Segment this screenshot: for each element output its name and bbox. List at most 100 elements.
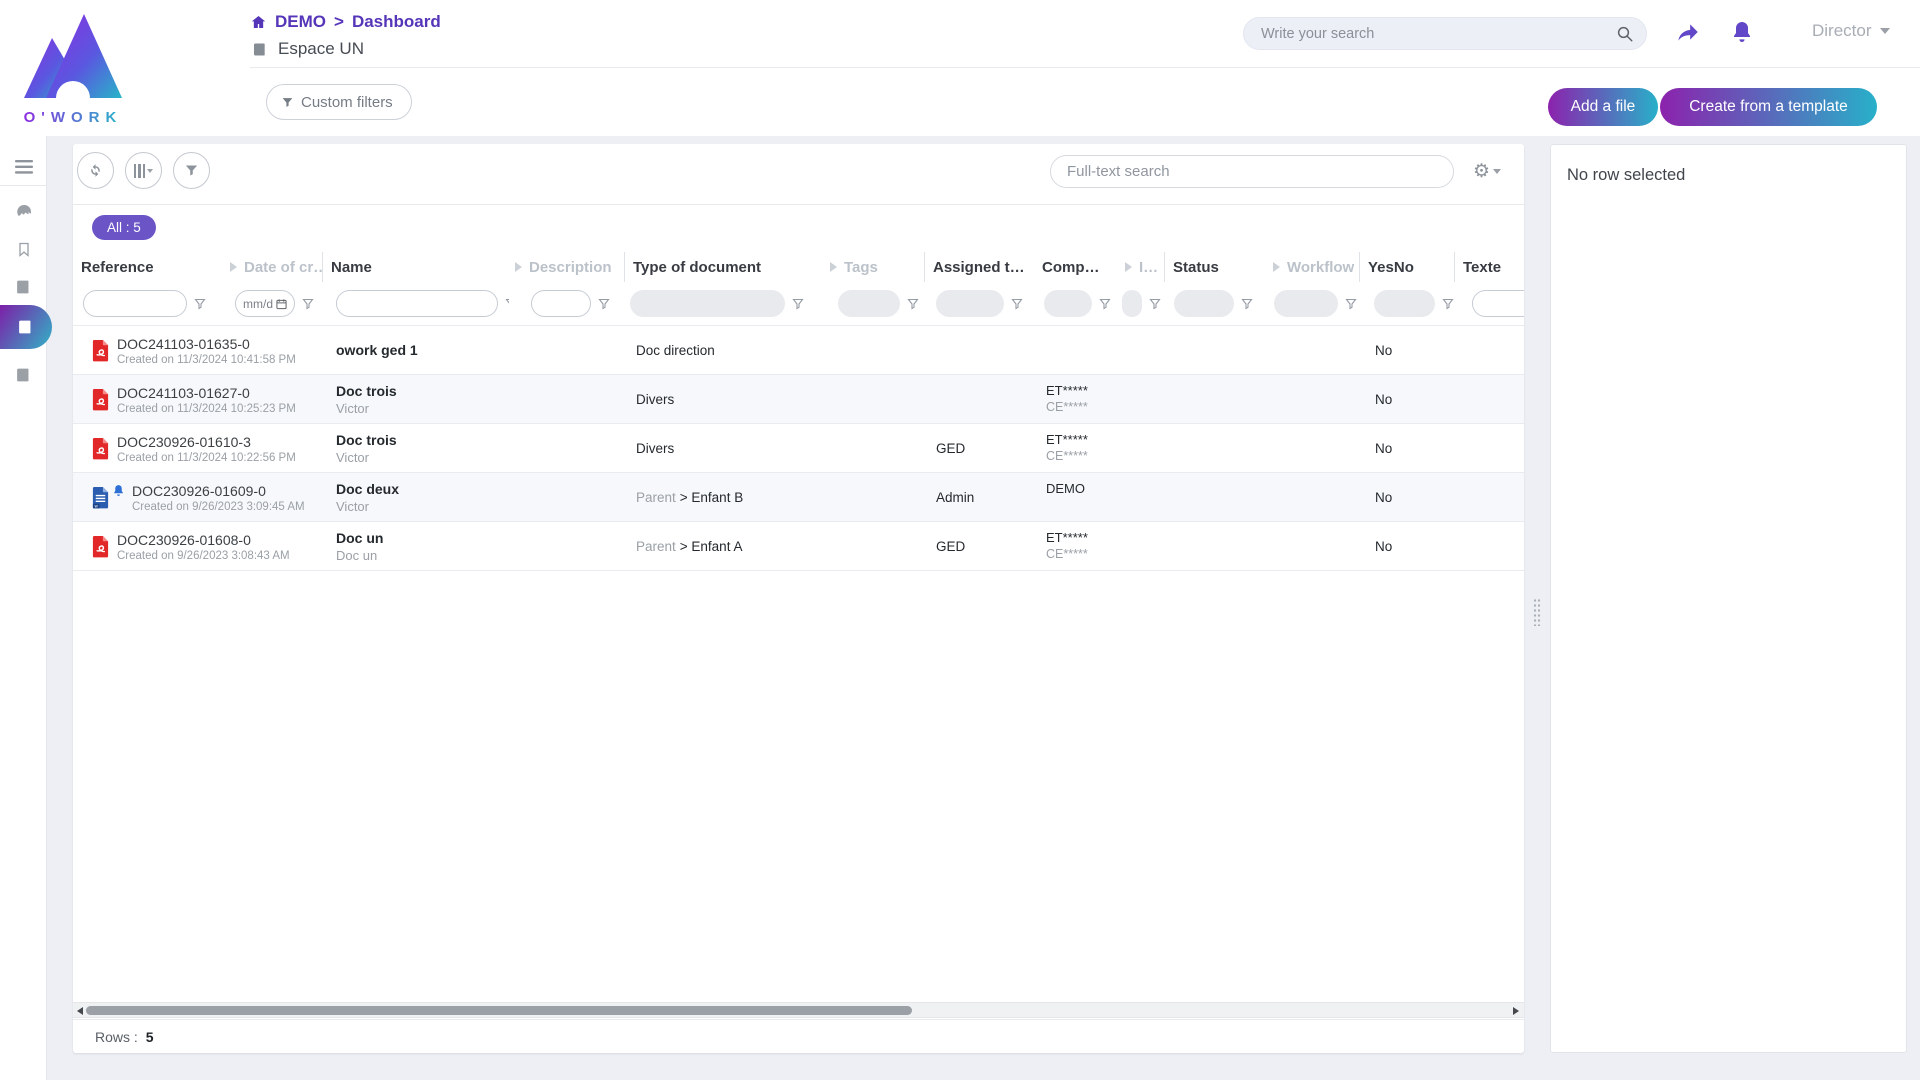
column-header-comp[interactable]: Comp… <box>1034 252 1119 282</box>
global-search-input[interactable] <box>1244 26 1616 42</box>
column-header-assigned-t[interactable]: Assigned t… <box>924 252 1034 282</box>
column-filter-icon[interactable] <box>598 298 610 310</box>
app-logo[interactable]: O'WORK <box>16 6 128 128</box>
custom-filters-button[interactable]: Custom filters <box>266 84 412 120</box>
breadcrumb-item-demo[interactable]: DEMO <box>275 12 326 32</box>
columns-button[interactable] <box>125 152 162 189</box>
column-filter-input[interactable] <box>1472 290 1524 317</box>
workflow-cell <box>1267 326 1359 375</box>
column-header-status[interactable]: Status <box>1164 252 1267 282</box>
column-filter-icon[interactable] <box>1099 298 1111 310</box>
column-filter-icon[interactable] <box>302 298 314 310</box>
bookmark-icon <box>16 240 32 259</box>
column-header-label: Status <box>1173 259 1219 276</box>
table-row[interactable]: wDOC230926-01609-0Created on 9/26/2023 3… <box>73 473 1524 522</box>
column-header-i[interactable]: I… <box>1119 252 1164 282</box>
scrollbar-thumb[interactable] <box>86 1006 912 1015</box>
tab-all-count[interactable]: All : 5 <box>92 215 156 240</box>
panel-resize-handle[interactable] <box>1533 598 1541 626</box>
document-created-date: Created on 11/3/2024 10:22:56 PM <box>117 452 296 464</box>
scroll-left-arrow-icon[interactable] <box>77 1007 83 1015</box>
column-header-label: I… <box>1139 259 1158 276</box>
speedometer-icon <box>14 202 34 220</box>
sidebar-item-archive[interactable] <box>0 357 47 393</box>
column-filter-icon[interactable] <box>1241 298 1253 310</box>
notifications-bell-icon[interactable] <box>1726 16 1758 48</box>
column-filter-icon[interactable] <box>194 298 206 310</box>
home-icon[interactable] <box>250 14 267 30</box>
column-filter-disabled <box>1174 290 1234 317</box>
column-header-workflow[interactable]: Workflow <box>1267 252 1359 282</box>
column-filter-input[interactable] <box>83 290 187 317</box>
share-button[interactable] <box>1672 16 1704 48</box>
description-cell <box>509 375 624 424</box>
horizontal-scrollbar[interactable] <box>73 1002 1524 1018</box>
column-filter-icon[interactable] <box>907 298 919 310</box>
company-cell: ET*****CE***** <box>1034 424 1119 473</box>
table-row[interactable]: DOC241103-01627-0Created on 11/3/2024 10… <box>73 375 1524 424</box>
column-header-texte[interactable]: Texte <box>1454 252 1524 282</box>
logo-text: O'WORK <box>24 109 123 126</box>
table-row[interactable]: DOC230926-01608-0Created on 9/26/2023 3:… <box>73 522 1524 571</box>
document-type: > Enfant A <box>680 539 743 554</box>
top-header: O'WORK DEMO > Dashboard Espace UN Direct… <box>0 0 1920 136</box>
column-filter-icon[interactable] <box>1442 298 1454 310</box>
fulltext-search-input[interactable] <box>1051 163 1453 180</box>
date-filter-input[interactable]: mm/d <box>235 290 295 317</box>
search-icon[interactable] <box>1616 25 1634 43</box>
assigned-cell <box>924 326 1034 375</box>
column-header-date-of-cr[interactable]: Date of cr… <box>224 252 322 282</box>
sidebar-item-library[interactable] <box>0 269 47 305</box>
table-settings-button[interactable]: ⚙ <box>1467 157 1507 185</box>
user-role-menu[interactable]: Director <box>1812 21 1890 41</box>
reference-cell: wDOC230926-01609-0Created on 9/26/2023 3… <box>73 473 322 522</box>
calendar-icon[interactable] <box>276 298 287 310</box>
column-filter-disabled <box>630 290 785 317</box>
table-row[interactable]: DOC230926-01610-3Created on 11/3/2024 10… <box>73 424 1524 473</box>
rows-count: 5 <box>146 1029 154 1045</box>
scroll-right-arrow-icon[interactable] <box>1513 1007 1519 1015</box>
filter-cell <box>509 282 624 326</box>
menu-toggle-icon[interactable] <box>0 149 47 185</box>
tags-cell <box>824 473 924 522</box>
filter-cell <box>624 282 824 326</box>
column-filter-icon[interactable] <box>792 298 804 310</box>
refresh-button[interactable] <box>77 152 114 189</box>
column-filter-icon[interactable] <box>1149 298 1161 310</box>
add-file-button[interactable]: Add a file <box>1548 88 1658 126</box>
sort-arrow-icon <box>830 262 837 272</box>
rows-label: Rows : <box>95 1029 138 1045</box>
column-filter-icon[interactable] <box>1345 298 1357 310</box>
column-header-description[interactable]: Description <box>509 252 624 282</box>
column-header-type-of-document[interactable]: Type of document <box>624 252 824 282</box>
create-from-template-button[interactable]: Create from a template <box>1660 88 1877 126</box>
column-filter-disabled <box>1274 290 1338 317</box>
sidebar-item-bookmarks[interactable] <box>0 231 47 267</box>
column-header-tags[interactable]: Tags <box>824 252 924 282</box>
type-cell: Parent> Enfant A <box>624 522 824 571</box>
sidebar-item-dashboard[interactable] <box>0 193 47 229</box>
column-filter-disabled <box>1374 290 1435 317</box>
column-header-label: Comp… <box>1042 259 1100 276</box>
company-subtitle: CE***** <box>1046 400 1119 414</box>
type-cell: Divers <box>624 375 824 424</box>
table-row[interactable]: DOC241103-01635-0Created on 11/3/2024 10… <box>73 326 1524 375</box>
workflow-cell <box>1267 375 1359 424</box>
status-cell <box>1164 473 1267 522</box>
column-filter-icon[interactable] <box>1011 298 1023 310</box>
sidebar-item-documents-active[interactable] <box>2 309 49 345</box>
column-header-reference[interactable]: Reference <box>73 252 224 282</box>
column-header-name[interactable]: Name <box>322 252 509 282</box>
filters-button[interactable] <box>173 152 210 189</box>
sort-arrow-icon <box>515 262 522 272</box>
i-cell <box>1119 424 1164 473</box>
breadcrumb-item-dashboard[interactable]: Dashboard <box>352 12 441 32</box>
column-filter-input[interactable] <box>336 290 498 317</box>
assigned-cell: GED <box>924 424 1034 473</box>
column-header-yesno[interactable]: YesNo <box>1359 252 1454 282</box>
column-filter-input[interactable] <box>531 290 591 317</box>
company-main: DEMO <box>1046 481 1119 496</box>
chevron-down-icon <box>147 169 153 173</box>
column-filter-disabled <box>838 290 900 317</box>
document-created-date: Created on 11/3/2024 10:25:23 PM <box>117 403 296 415</box>
